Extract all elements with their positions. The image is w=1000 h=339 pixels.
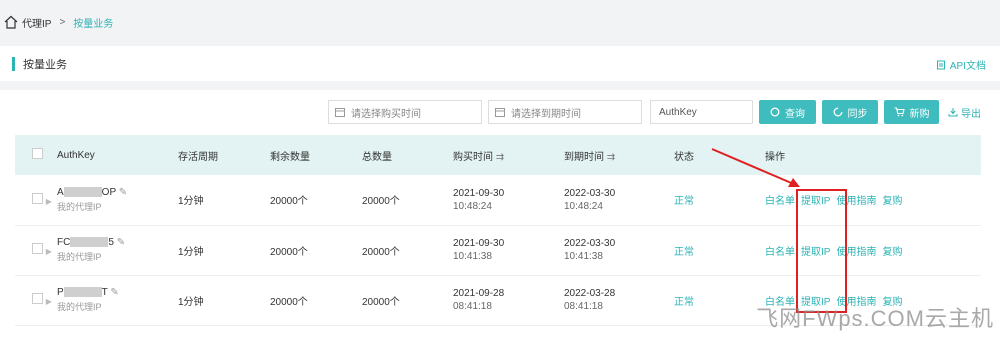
expand-icon[interactable]: ▶ <box>46 197 52 206</box>
redacted-key <box>70 237 109 248</box>
breadcrumb-root[interactable]: 代理IP <box>22 15 51 30</box>
select-all-checkbox[interactable] <box>32 148 43 159</box>
redacted-key <box>63 187 102 198</box>
remain-cell: 20000个 <box>270 246 308 258</box>
export-label: 导出 <box>961 108 981 120</box>
expire-date: 2022-03-28 <box>564 288 616 299</box>
cycle-cell: 1分钟 <box>178 296 204 308</box>
sort-icon[interactable]: ⇉ <box>607 152 615 163</box>
buy-time: 08:41:18 <box>453 301 492 312</box>
expire-time: 10:41:38 <box>564 251 603 262</box>
rebuy-link[interactable]: 复购 <box>882 247 902 258</box>
buy-time-picker[interactable]: 请选择购买时间 <box>328 100 482 124</box>
authkey-desc: 我的代理IP <box>57 252 102 262</box>
annotation-arrow <box>711 148 800 187</box>
remain-cell: 20000个 <box>270 296 308 308</box>
cart-icon <box>894 107 905 117</box>
toolbar: 请选择购买时间 请选择到期时间 AuthKey 查询 同步 新购 导出 <box>0 100 1000 124</box>
authkey-suffix: T <box>101 287 108 298</box>
expand-icon[interactable]: ▶ <box>46 247 52 256</box>
breadcrumb-current: 按量业务 <box>73 18 114 30</box>
whitelist-link[interactable]: 白名单 <box>765 196 795 207</box>
buy-time: 10:41:38 <box>453 251 492 262</box>
highlight-box <box>796 189 847 313</box>
expire-date: 2022-03-30 <box>564 187 616 199</box>
document-icon <box>936 60 945 69</box>
header-expire-time[interactable]: 到期时间 ⇉ <box>564 135 674 175</box>
new-buy-label: 新购 <box>909 108 930 120</box>
whitelist-link[interactable]: 白名单 <box>765 247 795 258</box>
watermark: 飞网FWps.COM云主机 <box>756 306 994 331</box>
buy-time-placeholder: 请选择购买时间 <box>351 108 421 120</box>
authkey-desc: 我的代理IP <box>57 201 102 212</box>
header-total: 总数量 <box>362 151 392 163</box>
authkey-desc: 我的代理IP <box>57 302 102 312</box>
search-icon <box>770 107 780 117</box>
authkey-prefix: FC <box>57 237 71 248</box>
cycle-cell: 1分钟 <box>178 246 204 258</box>
buy-date: 2021-09-28 <box>453 288 505 299</box>
authkey-prefix: P <box>57 287 64 298</box>
buy-date: 2021-09-30 <box>453 238 505 249</box>
buy-date: 2021-09-30 <box>453 187 505 199</box>
total-cell: 20000个 <box>362 196 400 208</box>
expire-time-placeholder: 请选择到期时间 <box>511 108 581 120</box>
buy-time: 10:48:24 <box>453 200 492 212</box>
breadcrumb: 代理IP > 按量业务 <box>0 0 1000 44</box>
query-label: 查询 <box>785 108 805 120</box>
export-button[interactable]: 导出 <box>948 100 981 124</box>
total-cell: 20000个 <box>362 296 400 308</box>
expire-time-picker[interactable]: 请选择到期时间 <box>488 100 642 124</box>
cycle-cell: 1分钟 <box>178 196 204 208</box>
edit-icon[interactable]: ✎ <box>119 187 127 198</box>
header-buy-time[interactable]: 购买时间 ⇉ <box>453 135 564 175</box>
authkey-input[interactable]: AuthKey <box>650 100 753 124</box>
header-remain: 剩余数量 <box>270 151 310 163</box>
expire-date: 2022-03-30 <box>564 238 616 249</box>
sync-button[interactable]: 同步 <box>822 100 878 124</box>
header-expire-time-label: 到期时间 <box>564 151 604 163</box>
sort-icon[interactable]: ⇉ <box>496 152 504 163</box>
calendar-icon <box>335 108 345 117</box>
page-title: 按量业务 <box>23 58 67 71</box>
header-authkey: AuthKey <box>57 149 95 161</box>
title-accent-bar <box>12 56 15 71</box>
authkey-prefix: A <box>57 186 64 198</box>
home-icon[interactable] <box>4 15 18 29</box>
header-cycle: 存活周期 <box>178 151 218 163</box>
rebuy-link[interactable]: 复购 <box>882 196 902 207</box>
expire-time: 10:48:24 <box>564 200 603 212</box>
remain-cell: 20000个 <box>270 196 308 208</box>
api-doc-link[interactable]: API文档 <box>936 57 986 72</box>
row-checkbox[interactable] <box>32 243 43 254</box>
new-buy-button[interactable]: 新购 <box>884 100 939 124</box>
page-header: 按量业务 API文档 <box>0 46 1000 81</box>
status-badge: 正常 <box>674 296 694 308</box>
authkey-placeholder: AuthKey <box>659 106 697 118</box>
row-checkbox[interactable] <box>32 192 43 204</box>
export-icon <box>948 108 958 117</box>
status-badge: 正常 <box>674 246 694 258</box>
query-button[interactable]: 查询 <box>759 100 816 124</box>
sync-label: 同步 <box>847 108 868 120</box>
table-header-row: AuthKey 存活周期 剩余数量 总数量 购买时间 ⇉ 到期时间 ⇉ 状态 操… <box>15 135 981 175</box>
authkey-suffix: 5 <box>108 237 114 248</box>
refresh-icon <box>833 107 842 117</box>
expand-icon[interactable]: ▶ <box>46 297 52 306</box>
breadcrumb-separator: > <box>59 16 66 28</box>
edit-icon[interactable]: ✎ <box>117 237 125 248</box>
edit-icon[interactable]: ✎ <box>110 287 118 298</box>
header-buy-time-label: 购买时间 <box>453 151 493 163</box>
api-doc-label: API文档 <box>949 61 986 72</box>
total-cell: 20000个 <box>362 246 400 258</box>
calendar-icon <box>495 108 505 117</box>
expire-time: 08:41:18 <box>564 301 603 312</box>
row-checkbox[interactable] <box>32 293 43 304</box>
authkey-suffix: OP <box>101 186 116 198</box>
redacted-key <box>63 287 102 298</box>
